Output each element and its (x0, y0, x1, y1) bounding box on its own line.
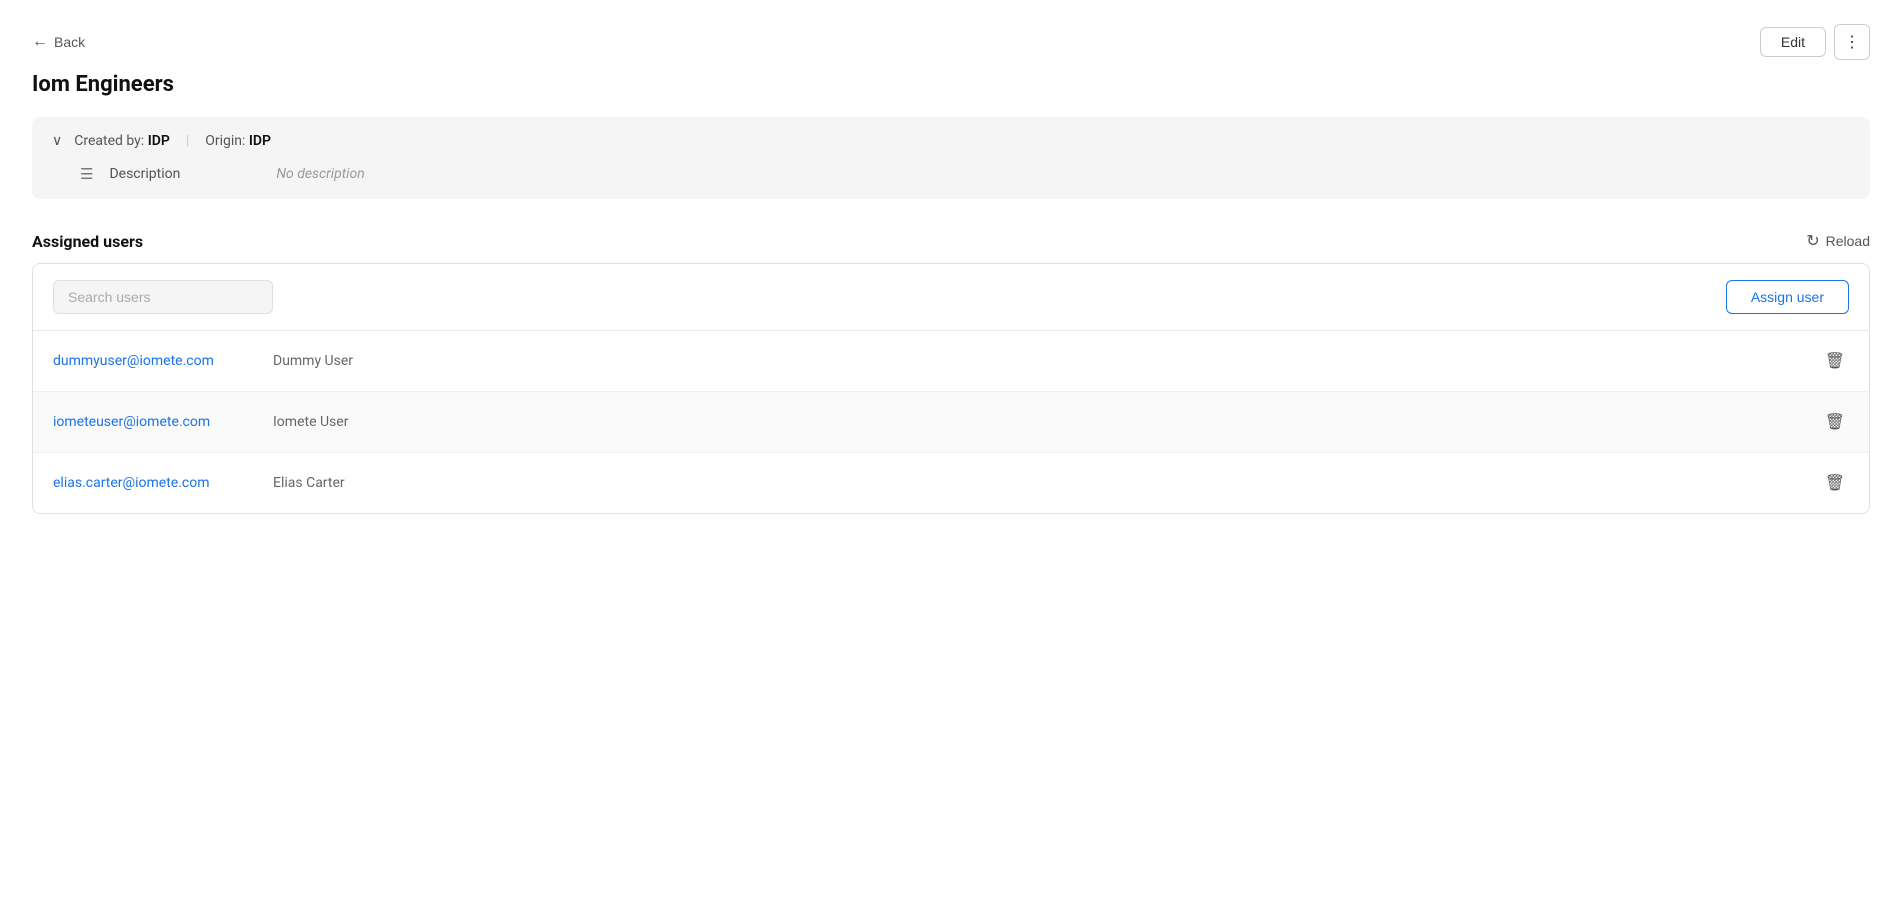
user-name: Iomete User (273, 414, 348, 430)
chevron-down-icon: ∨ (52, 133, 62, 149)
delete-user-button[interactable]: 🗑 (1821, 469, 1849, 497)
user-name: Dummy User (273, 353, 353, 369)
back-arrow-icon: ← (32, 33, 48, 51)
origin-label: Origin: (205, 133, 245, 149)
meta-section: ∨ Created by: IDP | Origin: IDP ☰ Descri… (32, 117, 1870, 199)
description-value: No description (276, 166, 364, 182)
user-info: iometeuser@iomete.com Iomete User (53, 414, 348, 430)
description-label: Description (109, 166, 180, 182)
reload-label: Reload (1826, 233, 1870, 249)
user-email: elias.carter@iomete.com (53, 475, 253, 491)
back-label: Back (54, 34, 85, 50)
delete-user-button[interactable]: 🗑 (1821, 408, 1849, 436)
assigned-users-title: Assigned users (32, 232, 143, 251)
reload-icon: ↻ (1806, 231, 1819, 251)
assigned-users-header: Assigned users ↻ Reload (32, 231, 1870, 251)
assigned-users-section: Assigned users ↻ Reload Assign user dumm… (32, 231, 1870, 514)
assign-user-button[interactable]: Assign user (1726, 280, 1849, 314)
meta-divider: | (186, 133, 189, 149)
top-actions: Edit ⋮ (1760, 24, 1870, 60)
users-table: Assign user dummyuser@iomete.com Dummy U… (32, 263, 1870, 514)
table-row: elias.carter@iomete.com Elias Carter 🗑 (33, 453, 1869, 513)
user-name: Elias Carter (273, 475, 345, 491)
back-button[interactable]: ← Back (32, 33, 85, 51)
edit-button[interactable]: Edit (1760, 27, 1826, 57)
meta-details: ☰ Description No description (52, 165, 1850, 183)
user-email: iometeuser@iomete.com (53, 414, 253, 430)
description-icon: ☰ (80, 165, 93, 183)
page-title: Iom Engineers (32, 72, 1870, 97)
created-by-label: Created by: (74, 133, 144, 149)
user-email: dummyuser@iomete.com (53, 353, 253, 369)
page-container: ← Back Edit ⋮ Iom Engineers ∨ Created by… (0, 0, 1902, 902)
user-list: dummyuser@iomete.com Dummy User 🗑 iomete… (33, 331, 1869, 513)
more-options-button[interactable]: ⋮ (1834, 24, 1870, 60)
table-row: iometeuser@iomete.com Iomete User 🗑 (33, 392, 1869, 453)
created-by-value: IDP (148, 133, 170, 149)
delete-user-button[interactable]: 🗑 (1821, 347, 1849, 375)
table-toolbar: Assign user (33, 264, 1869, 331)
origin: Origin: IDP (205, 133, 271, 149)
user-info: elias.carter@iomete.com Elias Carter (53, 475, 345, 491)
table-row: dummyuser@iomete.com Dummy User 🗑 (33, 331, 1869, 392)
created-by: Created by: IDP (74, 133, 170, 149)
meta-header: ∨ Created by: IDP | Origin: IDP (52, 133, 1850, 149)
top-bar: ← Back Edit ⋮ (32, 24, 1870, 60)
user-info: dummyuser@iomete.com Dummy User (53, 353, 353, 369)
reload-button[interactable]: ↻ Reload (1806, 231, 1870, 251)
origin-value: IDP (249, 133, 271, 149)
search-input[interactable] (53, 280, 273, 314)
